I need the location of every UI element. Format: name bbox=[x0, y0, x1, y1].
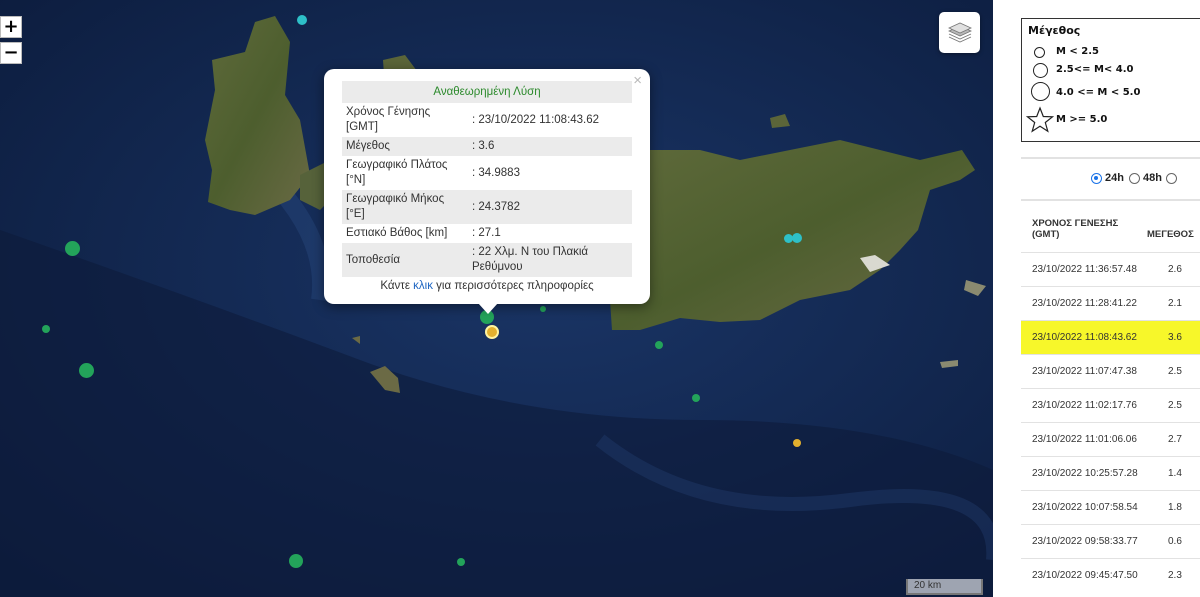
origin-time-value: : 23/10/2022 11:08:43.62 bbox=[472, 113, 600, 126]
table-row[interactable]: 23/10/2022 10:25:57.28 1.4 bbox=[1021, 456, 1200, 490]
quake-marker[interactable] bbox=[457, 558, 465, 566]
table-row[interactable]: 23/10/2022 09:45:47.50 2.3 bbox=[1021, 558, 1200, 592]
depth-label: Εστιακό Βάθος [km] bbox=[346, 227, 448, 239]
selected-quake-marker[interactable] bbox=[485, 325, 499, 339]
divider bbox=[1021, 199, 1200, 201]
table-row[interactable]: 23/10/2022 11:07:47.38 2.5 bbox=[1021, 354, 1200, 388]
magnitude-column-header[interactable]: ΜΕΓΕΘΟΣ bbox=[1147, 229, 1194, 240]
magnitude-legend: Μέγεθος M < 2.5 2.5<= M< 4.0 4.0 <= M < … bbox=[1021, 18, 1200, 142]
table-row[interactable]: 23/10/2022 10:07:58.54 1.8 bbox=[1021, 490, 1200, 524]
table-row[interactable]: 23/10/2022 11:08:43.62 3.6 bbox=[1021, 320, 1200, 354]
radio-next[interactable] bbox=[1165, 172, 1177, 184]
row-magnitude: 1.8 bbox=[1168, 502, 1182, 513]
radio-48h[interactable] bbox=[1128, 172, 1140, 184]
longitude-label: Γεωγραφικό Μήκος [°E] bbox=[342, 190, 468, 224]
row-time: 23/10/2022 11:36:57.48 bbox=[1032, 264, 1137, 275]
large-circle-icon bbox=[1031, 82, 1050, 101]
table-row[interactable]: 23/10/2022 09:58:33.77 0.6 bbox=[1021, 524, 1200, 558]
more-info-text: Κάντε κλικ για περισσότερες πληροφορίες bbox=[380, 280, 594, 292]
location-value: : 22 Χλμ. Ν του Πλακιά Ρεθύμνου bbox=[468, 243, 632, 277]
row-magnitude: 2.5 bbox=[1168, 400, 1182, 411]
table-row[interactable]: 23/10/2022 11:02:17.76 2.5 bbox=[1021, 388, 1200, 422]
magnitude-value: : 3.6 bbox=[468, 137, 632, 156]
row-time: 23/10/2022 11:01:06.06 bbox=[1032, 434, 1137, 445]
layers-button[interactable] bbox=[939, 12, 980, 53]
quake-marker[interactable] bbox=[79, 363, 94, 378]
more-info-link[interactable]: κλικ bbox=[413, 280, 433, 292]
quake-marker[interactable] bbox=[65, 241, 80, 256]
row-magnitude: 2.6 bbox=[1168, 264, 1182, 275]
row-time: 23/10/2022 11:08:43.62 bbox=[1032, 332, 1137, 343]
quake-marker[interactable] bbox=[793, 439, 801, 447]
origin-time-label: Χρόνος Γένησης [GMT] bbox=[346, 106, 431, 133]
location-label: Τοποθεσία bbox=[342, 243, 468, 277]
quake-details-table: Αναθεωρημένη Λύση Χρόνος Γένησης [GMT] : … bbox=[342, 81, 632, 277]
latitude-label: Γεωγραφικό Πλάτος [°N] bbox=[346, 159, 448, 186]
radio-24h-label[interactable]: 24h bbox=[1105, 172, 1124, 184]
row-time: 23/10/2022 10:25:57.28 bbox=[1032, 468, 1138, 479]
row-time: 23/10/2022 09:58:33.77 bbox=[1032, 536, 1138, 547]
medium-circle-icon bbox=[1033, 63, 1048, 78]
row-magnitude: 2.5 bbox=[1168, 366, 1182, 377]
table-row[interactable]: 23/10/2022 11:28:41.22 2.1 bbox=[1021, 286, 1200, 320]
zoom-out-button[interactable]: − bbox=[0, 42, 22, 64]
table-row[interactable]: 23/10/2022 11:01:06.06 2.7 bbox=[1021, 422, 1200, 456]
map-view[interactable]: + − × Αναθεωρημένη Λύση Χρόνος Γένησης [… bbox=[0, 0, 993, 597]
row-time: 23/10/2022 10:07:58.54 bbox=[1032, 502, 1138, 513]
row-time: 23/10/2022 11:02:17.76 bbox=[1032, 400, 1137, 411]
latitude-value: : 34.9883 bbox=[472, 166, 520, 179]
table-row[interactable]: 23/10/2022 11:36:57.48 2.6 bbox=[1021, 252, 1200, 286]
quake-info-popup: × Αναθεωρημένη Λύση Χρόνος Γένησης [GMT]… bbox=[324, 69, 650, 304]
side-panel: Μέγεθος M < 2.5 2.5<= M< 4.0 4.0 <= M < … bbox=[993, 0, 1200, 597]
row-magnitude: 2.3 bbox=[1168, 570, 1182, 581]
legend-title: Μέγεθος bbox=[1028, 24, 1081, 37]
quake-marker[interactable] bbox=[655, 341, 663, 349]
row-magnitude: 2.1 bbox=[1168, 298, 1182, 309]
quake-marker[interactable] bbox=[792, 233, 802, 243]
legend-item-large: 4.0 <= M < 5.0 bbox=[1056, 87, 1141, 98]
radio-24h[interactable] bbox=[1091, 172, 1102, 184]
row-magnitude: 2.7 bbox=[1168, 434, 1182, 445]
popup-title: Αναθεωρημένη Λύση bbox=[342, 81, 632, 103]
time-range-filter: 24h 48h bbox=[1091, 172, 1177, 184]
legend-item-star: M >= 5.0 bbox=[1056, 114, 1108, 125]
legend-item-small: M < 2.5 bbox=[1056, 46, 1100, 57]
divider bbox=[1021, 157, 1200, 159]
radio-48h-label[interactable]: 48h bbox=[1143, 172, 1162, 184]
quake-marker[interactable] bbox=[289, 554, 303, 568]
row-magnitude: 1.4 bbox=[1168, 468, 1182, 479]
row-time: 23/10/2022 11:07:47.38 bbox=[1032, 366, 1137, 377]
close-icon[interactable]: × bbox=[633, 72, 642, 89]
quake-marker[interactable] bbox=[692, 394, 700, 402]
zoom-in-button[interactable]: + bbox=[0, 16, 22, 38]
magnitude-label: Μέγεθος bbox=[342, 137, 468, 156]
quake-marker[interactable] bbox=[42, 325, 50, 333]
legend-item-medium: 2.5<= M< 4.0 bbox=[1056, 64, 1134, 75]
depth-value: : 27.1 bbox=[472, 227, 501, 239]
quake-marker[interactable] bbox=[540, 306, 546, 312]
star-icon bbox=[1026, 106, 1054, 133]
row-time: 23/10/2022 11:28:41.22 bbox=[1032, 298, 1137, 309]
longitude-value: : 24.3782 bbox=[468, 190, 632, 224]
layers-icon bbox=[947, 22, 972, 42]
scale-bar: 20 km bbox=[906, 579, 983, 595]
time-column-header[interactable]: ΧΡΟΝΟΣ ΓΕΝΕΣΗΣ (GMT) bbox=[1032, 218, 1124, 240]
quake-marker[interactable] bbox=[297, 15, 307, 25]
popup-pointer bbox=[478, 303, 498, 314]
row-magnitude: 0.6 bbox=[1168, 536, 1182, 547]
small-circle-icon bbox=[1034, 47, 1045, 58]
row-time: 23/10/2022 09:45:47.50 bbox=[1032, 570, 1138, 581]
row-magnitude: 3.6 bbox=[1168, 332, 1182, 343]
